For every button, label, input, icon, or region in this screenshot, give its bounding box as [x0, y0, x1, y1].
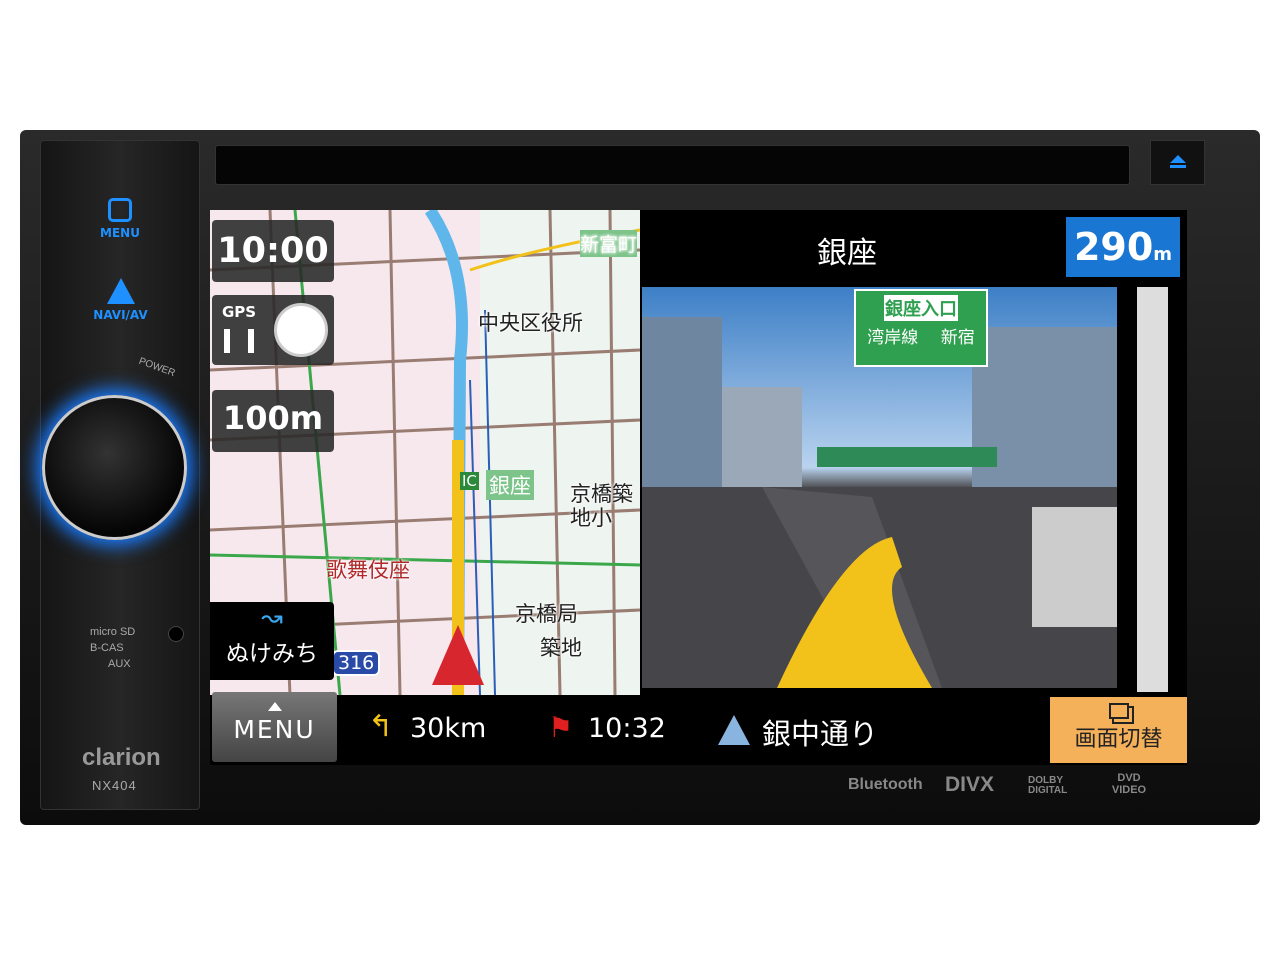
- aux-port[interactable]: [168, 626, 184, 642]
- model-label: NX404: [92, 778, 137, 793]
- micro-sd-slot[interactable]: micro SD: [90, 624, 135, 640]
- media-slots: micro SD B-CAS AUX: [90, 624, 135, 672]
- map-label-post-office: 京橋局: [515, 602, 578, 626]
- windows-icon: [1108, 703, 1129, 719]
- chevron-up-icon: [267, 702, 282, 711]
- gps-signal-icon: [224, 329, 254, 353]
- bypass-route-icon: ↝: [261, 603, 283, 633]
- menu-button[interactable]: MENU: [212, 692, 337, 762]
- route-info-bar: ↰ 30km ⚑ 10:32 銀中通り: [350, 697, 1050, 763]
- bypass-button[interactable]: ↝ ぬけみち: [210, 602, 334, 680]
- bcas-slot[interactable]: B-CAS: [90, 640, 135, 656]
- screen-switch-button[interactable]: 画面切替: [1050, 697, 1187, 763]
- direction-sign: 銀座入口 湾岸線 新宿: [854, 289, 988, 367]
- bluetooth-logo: Bluetooth: [848, 776, 923, 793]
- remaining-distance: 30km: [410, 713, 487, 744]
- road-icon: [718, 715, 750, 745]
- disc-slot: [215, 145, 1130, 185]
- navi-av-button[interactable]: NAVI/AV: [88, 278, 153, 322]
- gps-compass-panel[interactable]: GPS: [212, 295, 334, 365]
- aux-jack[interactable]: AUX: [90, 656, 135, 672]
- dvd-logo: DVD VIDEO: [1111, 772, 1147, 796]
- volume-knob[interactable]: [42, 395, 187, 540]
- sign-right-destination: 新宿: [940, 328, 975, 348]
- map-label-shintomicho: 新富町: [580, 230, 638, 257]
- map-label-tsukiji: 築地: [540, 636, 582, 660]
- map-label-ginza: 銀座: [486, 470, 534, 500]
- dolby-logo: DOLBY DIGITAL: [1028, 775, 1068, 796]
- map-label-city-office: 中央区役所: [478, 311, 583, 335]
- divx-logo: DIVX: [945, 773, 995, 796]
- navi-arrow-icon: [106, 278, 135, 304]
- sign-left-destination: 湾岸線: [867, 328, 919, 348]
- intersection-name: 銀座: [817, 236, 877, 271]
- road-name: 銀中通り: [762, 717, 879, 751]
- eject-button[interactable]: [1150, 140, 1205, 185]
- navigation-map[interactable]: 中央区役所 新富町 IC 銀座 京橋築地小 歌舞伎座 京橋局 築地 316 10…: [210, 210, 640, 695]
- destination-flag-icon: ⚑: [548, 711, 574, 744]
- arrival-time: 10:32: [588, 713, 666, 744]
- route-shield: 316: [332, 650, 381, 676]
- map-label-kabukiza: 歌舞伎座: [326, 558, 410, 582]
- map-scale[interactable]: 100m: [212, 390, 334, 452]
- current-position-arrow-icon: [432, 625, 484, 685]
- progress-bar: [1137, 287, 1168, 692]
- menu-hard-button[interactable]: MENU: [95, 198, 145, 240]
- compass-icon[interactable]: [274, 303, 328, 357]
- map-label-kyobashi-school: 京橋築地小: [570, 482, 633, 530]
- turn-arrow-icon: ↰: [368, 709, 394, 744]
- brand-logo: clarion: [82, 744, 161, 771]
- eject-icon: [1169, 155, 1186, 163]
- menu-square-icon: [108, 198, 132, 222]
- clock: 10:00: [212, 220, 334, 282]
- distance-to-turn: 290m: [1066, 217, 1180, 277]
- gps-label: GPS: [222, 303, 257, 321]
- junction-view: 銀座入口 湾岸線 新宿: [642, 287, 1117, 688]
- ic-badge: IC: [460, 472, 479, 490]
